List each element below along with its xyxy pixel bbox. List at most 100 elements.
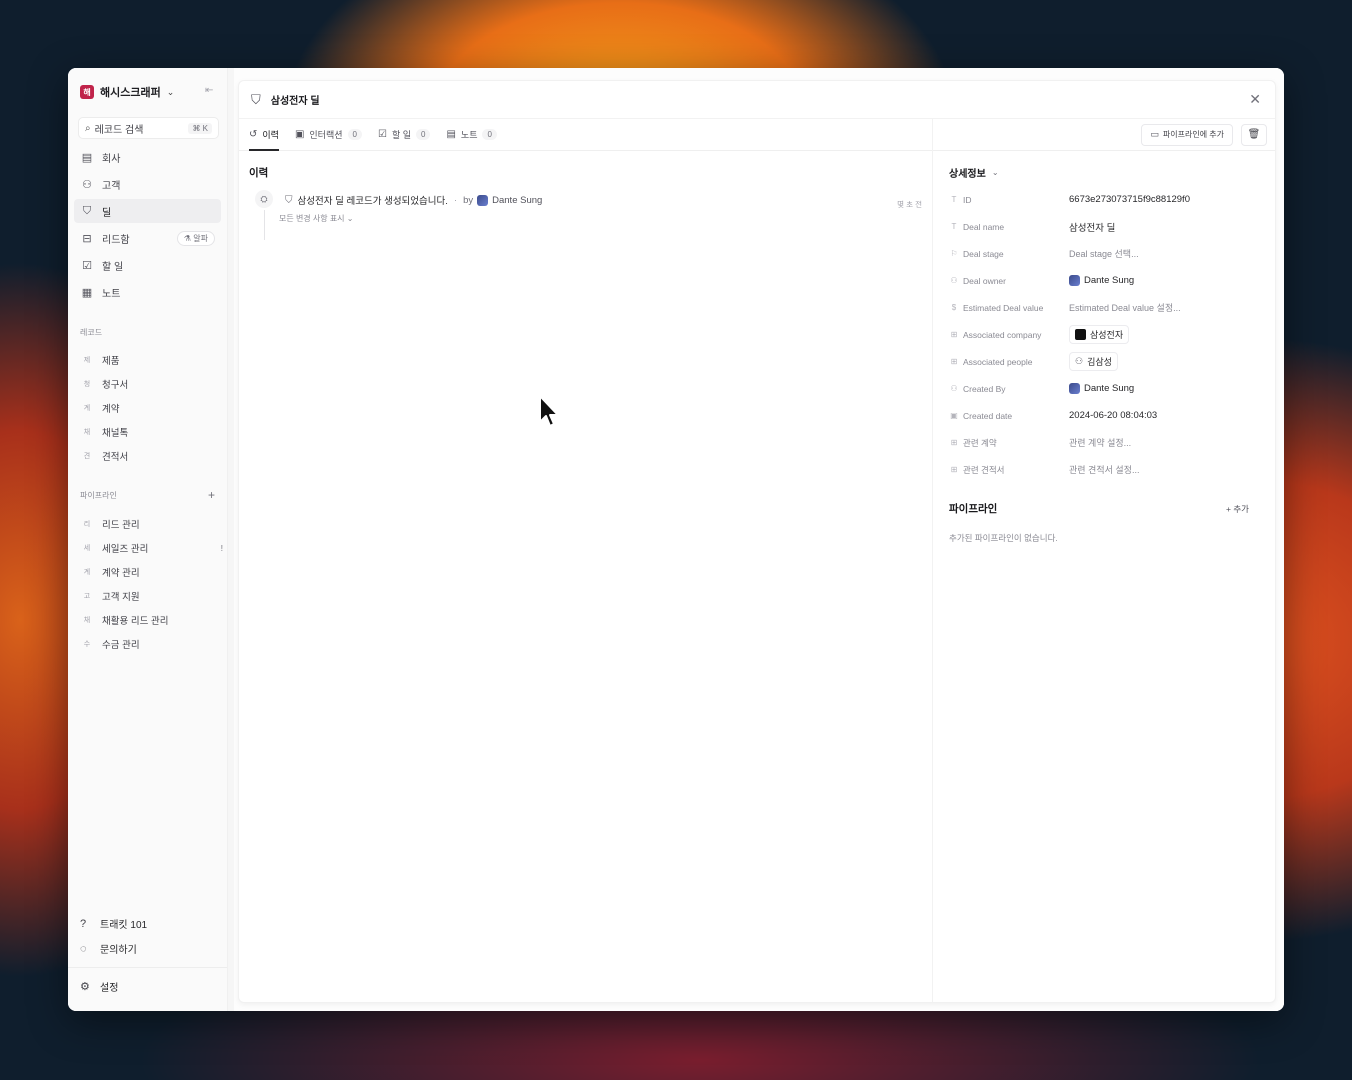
add-to-pipeline-button[interactable]: ▭ 파이프라인에 추가: [1141, 123, 1233, 146]
field-label: Estimated Deal value: [963, 302, 1044, 313]
nav-item-deals[interactable]: ⛉ 딜: [74, 199, 221, 223]
field-id: T ID 6673e273073715f9c88129f0: [949, 186, 1275, 213]
record-mini-icon: 청: [83, 381, 91, 388]
add-pipeline-button[interactable]: + 추가: [1226, 503, 1249, 515]
pipeline-item[interactable]: 세 세일즈 관리!: [68, 536, 227, 560]
record-label: 계약: [102, 404, 120, 415]
record-label: 견적서: [102, 452, 129, 463]
checklist-icon: ☑: [377, 128, 387, 140]
field-created-by: ⚇ Created By Dante Sung: [949, 375, 1275, 402]
chevron-down-icon: ⌄: [166, 86, 175, 97]
field-label: 관련 계약: [963, 437, 997, 448]
company-name: 삼성전자: [1090, 330, 1124, 340]
tab-tasks[interactable]: ☑ 할 일 0: [377, 118, 431, 150]
search-input[interactable]: ⌕ 레코드 검색 ⌘ K: [78, 117, 219, 139]
handshake-icon: ⛉: [82, 204, 92, 217]
field-related-contract: ⊞ 관련 계약 관련 계약 설정...: [949, 429, 1275, 456]
relation-icon: ⊞: [950, 465, 958, 474]
record-item[interactable]: 청 청구서: [68, 372, 227, 396]
pipeline-item[interactable]: 수 수금 관리: [68, 632, 227, 656]
mouse-cursor-icon: [539, 395, 559, 427]
pipeline-mini-icon: 수: [83, 641, 91, 648]
company-chip[interactable]: 삼성전자: [1069, 325, 1130, 344]
estimated-value-input[interactable]: Estimated Deal value 설정...: [1069, 301, 1181, 314]
history-timestamp: 몇 초 전: [897, 200, 922, 209]
avatar: [1069, 383, 1080, 394]
creator-name: Dante Sung: [1084, 383, 1135, 394]
pipeline-item[interactable]: 고 고객 지원: [68, 584, 227, 608]
related-contract-input[interactable]: 관련 계약 설정...: [1069, 436, 1131, 449]
person-icon: ⚇: [950, 276, 958, 285]
currency-icon: $: [951, 303, 957, 312]
record-mini-icon: 견: [83, 453, 91, 460]
search-shortcut: ⌘ K: [188, 122, 212, 134]
chevron-down-icon: ⌄: [991, 168, 999, 177]
delete-button[interactable]: 🗑: [1241, 123, 1267, 146]
text-icon: T: [951, 195, 957, 204]
record-item[interactable]: 견 견적서: [68, 444, 227, 468]
pipelines-section-label: 파이프라인 +: [80, 488, 227, 502]
pipeline-item[interactable]: 리 리드 관리: [68, 512, 227, 536]
field-label: Created By: [963, 383, 1006, 394]
nav-item-label: 노트: [102, 288, 121, 300]
workspace-name: 해시스크래퍼: [100, 87, 161, 99]
associated-people-value[interactable]: ⚇ 김삼성: [1069, 352, 1118, 371]
record-body: ↺ 이력 ▣ 인터랙션 0 ☑ 할 일 0 ▤ 노트 0 이력 ⛭ ⛉ 삼성전자…: [239, 119, 1275, 1002]
building-icon: ▤: [81, 151, 93, 164]
text-icon: T: [951, 222, 957, 231]
history-icon: ↺: [249, 128, 258, 140]
nav-item-customers[interactable]: ⚇ 고객: [74, 172, 221, 196]
record-item[interactable]: 계 계약: [68, 396, 227, 420]
field-label: Associated company: [963, 329, 1042, 340]
field-label: Deal name: [963, 221, 1005, 232]
field-value[interactable]: 삼성전자 딜: [1069, 220, 1115, 234]
tab-interactions[interactable]: ▣ 인터랙션 0: [295, 118, 362, 150]
tab-notes[interactable]: ▤ 노트 0: [446, 118, 497, 150]
calendar-icon: ▣: [950, 411, 958, 420]
show-all-changes-link[interactable]: 모든 변경 사항 표시 ⌄: [279, 213, 354, 224]
field-value[interactable]: 6673e273073715f9c88129f0: [1069, 194, 1190, 205]
add-pipeline-icon[interactable]: +: [208, 488, 215, 502]
contact-link[interactable]: ◌ 문의하기: [68, 936, 227, 961]
stage-icon: ⚐: [950, 249, 958, 258]
guide-link[interactable]: ? 트래킷 101: [68, 911, 227, 936]
record-item[interactable]: 제 제품: [68, 348, 227, 372]
nav-item-leads[interactable]: ⊟ 리드함 ⚗ 알파: [74, 226, 221, 250]
settings-link[interactable]: ⚙ 설정: [68, 974, 227, 999]
tab-count: 0: [416, 128, 431, 140]
related-quote-input[interactable]: 관련 견적서 설정...: [1069, 463, 1139, 476]
field-label: Deal owner: [963, 275, 1006, 286]
alpha-badge: ⚗ 알파: [176, 230, 215, 246]
record-panel: ⛉ 삼성전자 딜 ✕ ↺ 이력 ▣ 인터랙션 0 ☑ 할 일 0 ▤ 노트 0 …: [238, 80, 1276, 1003]
history-title: 이력: [249, 167, 269, 179]
nav-item-tasks[interactable]: ☑ 할 일: [74, 253, 221, 277]
close-icon[interactable]: ✕: [1249, 91, 1261, 108]
person-chip[interactable]: ⚇ 김삼성: [1069, 352, 1118, 371]
alpha-badge-label: 알파: [193, 233, 208, 243]
associated-company-value[interactable]: 삼성전자: [1069, 325, 1130, 344]
pipeline-item[interactable]: 계 계약 관리: [68, 560, 227, 584]
sidebar-footer: ? 트래킷 101 ◌ 문의하기 ⚙ 설정: [68, 911, 227, 999]
collapse-sidebar-icon[interactable]: ⇤: [205, 85, 213, 96]
relation-icon: ⊞: [950, 330, 958, 339]
history-user[interactable]: Dante Sung: [492, 195, 542, 206]
nav-item-label: 할 일: [102, 261, 124, 273]
nav-item-notes[interactable]: ▦ 노트: [74, 280, 221, 304]
pipelines-label: 파이프라인: [80, 490, 117, 500]
deal-stage-select[interactable]: Deal stage 선택...: [1069, 247, 1139, 260]
main-area: ⛉ 삼성전자 딜 ✕ ↺ 이력 ▣ 인터랙션 0 ☑ 할 일 0 ▤ 노트 0 …: [228, 68, 1284, 1011]
deal-owner-value[interactable]: Dante Sung: [1069, 275, 1134, 286]
pipeline-label: 계약 관리: [102, 568, 140, 579]
pipelines-list: 리 리드 관리 세 세일즈 관리! 계 계약 관리 고 고객 지원 채 채활용 리드 관리…: [68, 512, 227, 656]
pipeline-item[interactable]: 채 채활용 리드 관리: [68, 608, 227, 632]
gear-icon: ⚙: [80, 981, 90, 993]
record-item[interactable]: 채 채널톡: [68, 420, 227, 444]
divider: [68, 967, 227, 968]
nav-item-companies[interactable]: ▤ 회사: [74, 145, 221, 169]
inbox-icon: ⊟: [82, 232, 92, 245]
workspace-logo: 해: [80, 85, 94, 99]
record-label: 채널톡: [102, 428, 129, 439]
records-section-label: 레코드: [80, 327, 227, 338]
details-header[interactable]: 상세정보 ⌄: [949, 165, 1275, 180]
tab-history[interactable]: ↺ 이력: [249, 118, 279, 151]
